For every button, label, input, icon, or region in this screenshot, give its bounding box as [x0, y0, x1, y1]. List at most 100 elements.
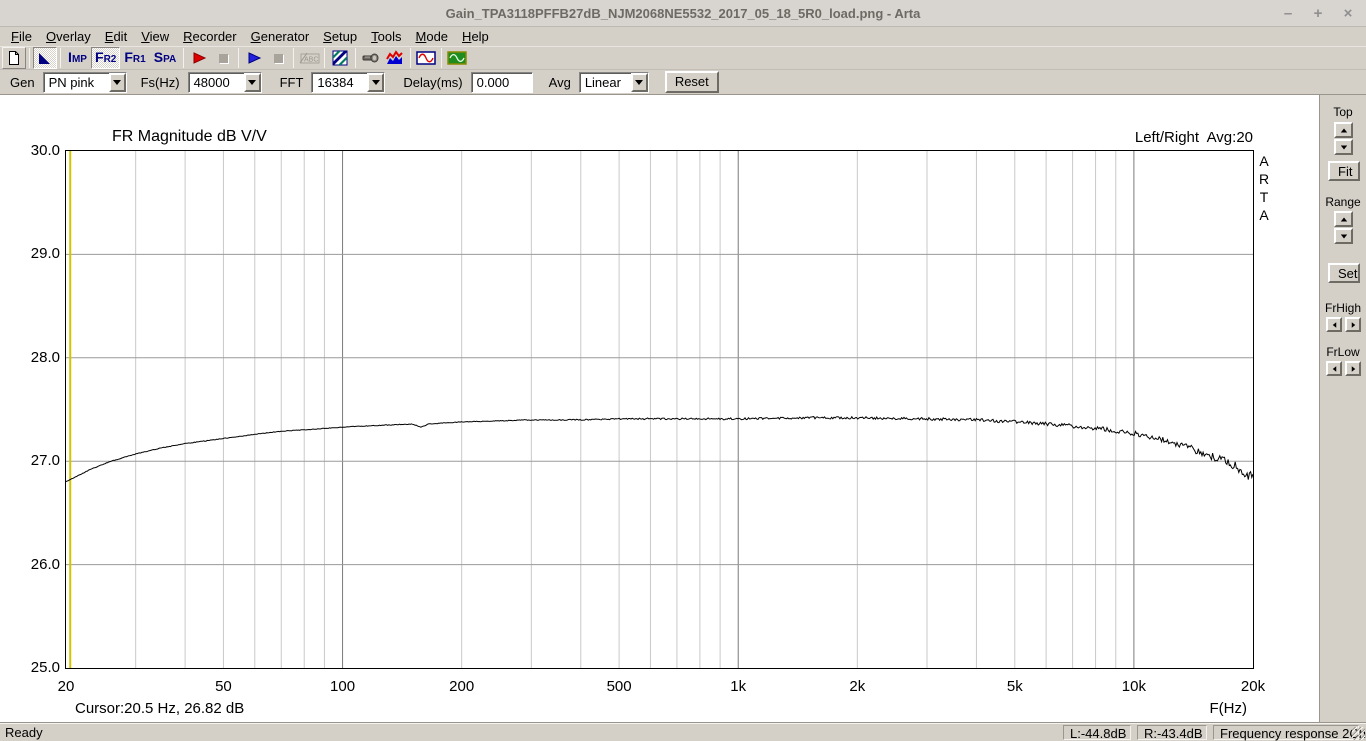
microphone-calibration-button[interactable]: [359, 47, 383, 69]
play-stop-button[interactable]: [266, 47, 290, 69]
menu-help[interactable]: Help: [455, 28, 496, 45]
stop-icon: [219, 54, 228, 63]
fft-label: FFT: [278, 75, 306, 90]
generator-type-value: PN pink: [44, 73, 99, 92]
menu-file[interactable]: File: [4, 28, 39, 45]
chevron-down-icon[interactable]: [244, 73, 261, 92]
toolbar-separator: [183, 48, 184, 68]
mode-button-fr2[interactable]: FR2: [91, 47, 120, 69]
spectrum-icon: [386, 50, 404, 66]
record-stop-button[interactable]: [211, 47, 235, 69]
frlow-increase-button[interactable]: [1345, 361, 1361, 376]
stop-icon: [274, 54, 283, 63]
menu-tools[interactable]: Tools: [364, 28, 408, 45]
y-tick-label: 29.0: [16, 246, 60, 263]
signal-generator-button[interactable]: [414, 47, 438, 69]
y-tick-label: 25.0: [16, 659, 60, 676]
channel-average-info: Left/Right Avg:20: [66, 129, 1253, 146]
fft-size-select[interactable]: 16384: [311, 72, 385, 93]
toolbar: IMPFR2FR1SPA ABC: [0, 46, 1366, 70]
frhigh-increase-button[interactable]: [1345, 317, 1361, 332]
oscilloscope-button[interactable]: [445, 47, 469, 69]
toolbar-separator: [441, 48, 442, 68]
fit-button[interactable]: Fit: [1328, 161, 1360, 181]
frequency-response-chart[interactable]: [65, 150, 1254, 669]
sine-red-icon: [416, 50, 436, 66]
x-tick-label: 100: [330, 678, 355, 695]
sample-rate-select[interactable]: 48000: [188, 72, 262, 93]
play-start-button[interactable]: [242, 47, 266, 69]
sine-green-icon: [447, 50, 467, 66]
y-tick-label: 27.0: [16, 452, 60, 469]
generator-type-select[interactable]: PN pink: [43, 72, 127, 93]
reset-button[interactable]: Reset: [665, 71, 719, 93]
record-play-icon: [191, 50, 207, 66]
range-label: Range: [1320, 195, 1366, 209]
menu-bar: FileOverlayEditViewRecorderGeneratorSetu…: [0, 27, 1366, 46]
new-file-button[interactable]: [2, 47, 26, 69]
window-controls: – + ×: [1280, 0, 1356, 26]
new-document-icon: [6, 50, 22, 66]
menu-generator[interactable]: Generator: [244, 28, 317, 45]
measurement-controls-bar: Gen PN pink Fs(Hz) 48000 FFT 16384 Delay…: [0, 70, 1366, 94]
top-up-button[interactable]: [1334, 122, 1353, 138]
set-button[interactable]: Set: [1328, 263, 1360, 283]
x-tick-label: 50: [215, 678, 232, 695]
menu-setup[interactable]: Setup: [316, 28, 364, 45]
menu-mode[interactable]: Mode: [409, 28, 456, 45]
x-tick-label: 1k: [730, 678, 746, 695]
toolbar-separator: [29, 48, 30, 68]
delay-label: Delay(ms): [401, 75, 464, 90]
plot-client-area: FR Magnitude dB V/V Left/Right Avg:20 30…: [0, 94, 1366, 722]
close-icon[interactable]: ×: [1340, 5, 1356, 22]
toolbar-separator: [293, 48, 294, 68]
mode-indicator: Frequency response 2Ch: [1213, 725, 1359, 740]
chevron-down-icon[interactable]: [631, 73, 648, 92]
delay-input[interactable]: [471, 72, 533, 93]
mode-button-fr1[interactable]: FR1: [120, 47, 149, 69]
x-tick-label: 2k: [849, 678, 865, 695]
range-up-button[interactable]: [1334, 211, 1353, 227]
abc-labels-button[interactable]: ABC: [297, 47, 321, 69]
record-start-button[interactable]: [187, 47, 211, 69]
measurement-mode-buttons: IMPFR2FR1SPA: [64, 47, 180, 69]
status-bar: Ready L:-44.8dB R:-43.4dB Frequency resp…: [0, 722, 1366, 741]
plot-control-strip: Top Fit Range Set FrHigh FrLow: [1319, 95, 1366, 723]
toolbar-separator: [238, 48, 239, 68]
frlow-decrease-button[interactable]: [1326, 361, 1342, 376]
overlay-stripes-icon: [332, 50, 348, 66]
status-ready: Ready: [5, 725, 43, 740]
resize-grip[interactable]: [1352, 727, 1365, 740]
minimize-icon[interactable]: –: [1280, 5, 1296, 22]
arta-watermark: ARTA: [1257, 152, 1271, 224]
top-down-button[interactable]: [1334, 139, 1353, 155]
sample-rate-value: 48000: [189, 73, 234, 92]
maximize-icon[interactable]: +: [1310, 5, 1326, 22]
y-tick-label: 26.0: [16, 556, 60, 573]
chevron-down-icon[interactable]: [367, 73, 384, 92]
frlow-label: FrLow: [1320, 345, 1366, 359]
range-down-button[interactable]: [1334, 228, 1353, 244]
chevron-down-icon[interactable]: [109, 73, 126, 92]
mode-button-imp[interactable]: IMP: [64, 47, 91, 69]
menu-edit[interactable]: Edit: [98, 28, 134, 45]
mode-button-spa[interactable]: SPA: [150, 47, 181, 69]
frhigh-decrease-button[interactable]: [1326, 317, 1342, 332]
menu-overlay[interactable]: Overlay: [39, 28, 98, 45]
menu-view[interactable]: View: [134, 28, 176, 45]
menu-recorder[interactable]: Recorder: [176, 28, 243, 45]
toolbar-separator: [410, 48, 411, 68]
microphone-icon: [362, 50, 380, 66]
toolbar-separator: [355, 48, 356, 68]
chart-canvas[interactable]: [66, 151, 1253, 668]
spectrum-scaling-button[interactable]: [383, 47, 407, 69]
pointer-mode-button[interactable]: [33, 47, 57, 69]
averaging-select[interactable]: Linear: [579, 72, 649, 93]
play-icon: [246, 50, 262, 66]
overlay-manager-button[interactable]: [328, 47, 352, 69]
abc-label-icon: ABC: [298, 50, 320, 66]
y-tick-label: 28.0: [16, 349, 60, 366]
frhigh-label: FrHigh: [1320, 301, 1366, 315]
fs-label: Fs(Hz): [139, 75, 182, 90]
toolbar-separator: [324, 48, 325, 68]
